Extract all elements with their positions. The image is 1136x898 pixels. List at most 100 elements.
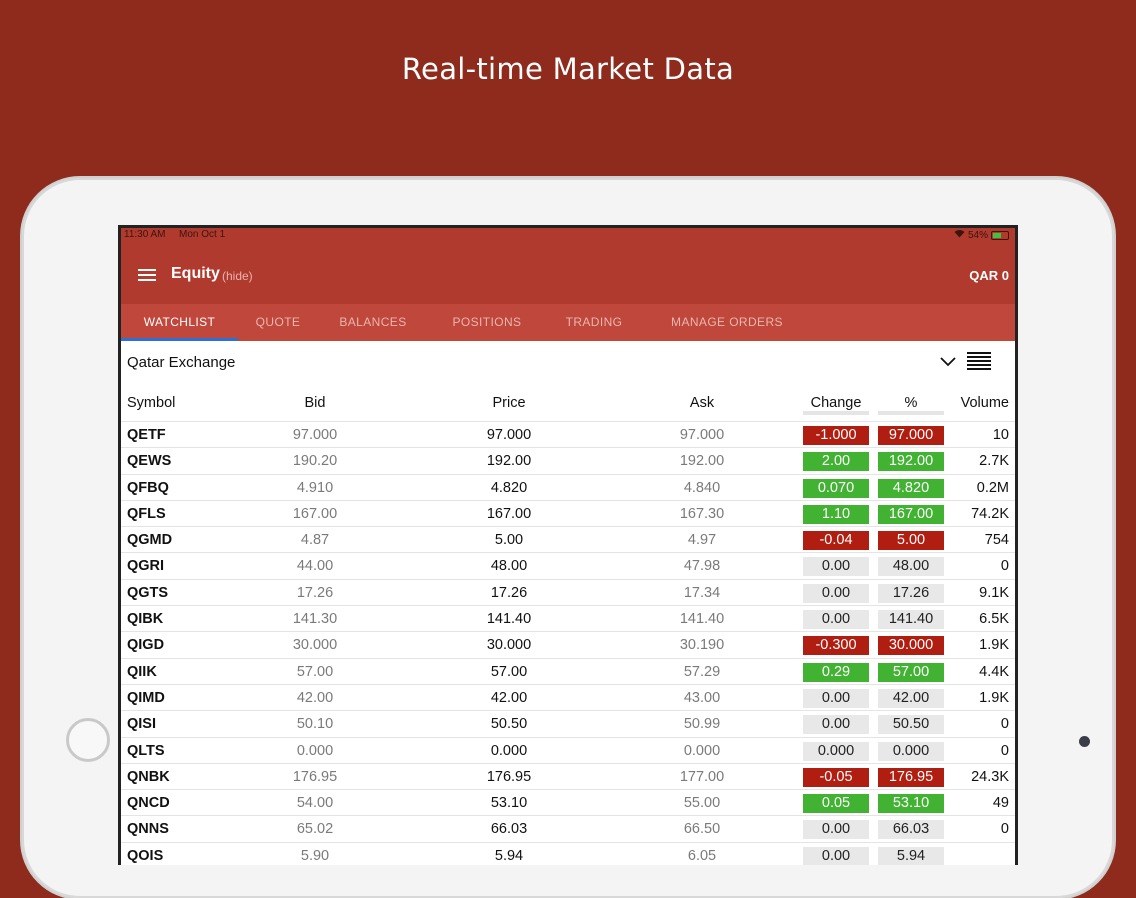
change-cell: 0.05 xyxy=(803,794,869,814)
battery-percent: 54% xyxy=(967,229,988,241)
currency-balance: QAR 0 xyxy=(969,268,1009,283)
tab-manage-orders[interactable]: MANAGE ORDERS xyxy=(656,304,798,341)
price-cell: 53.10 xyxy=(490,795,528,812)
price-cell: 5.00 xyxy=(494,532,524,549)
tab-quote[interactable]: QUOTE xyxy=(238,304,318,341)
price-cell: 167.00 xyxy=(486,505,532,522)
ask-cell: 141.40 xyxy=(679,611,725,628)
symbol-cell: QFBQ xyxy=(127,479,169,496)
volume-cell: 0 xyxy=(1000,821,1009,838)
col-header-bid[interactable]: Bid xyxy=(245,385,385,421)
percent-cell: 50.50 xyxy=(878,715,944,735)
change-cell: 0.00 xyxy=(803,557,869,577)
table-row[interactable]: QISI 50.10 50.50 50.99 0.00 50.50 0 xyxy=(121,710,1015,736)
header-title: Equity xyxy=(171,265,220,282)
bid-cell: 50.10 xyxy=(296,716,334,733)
change-cell: -0.04 xyxy=(803,531,869,551)
percent-header-underline xyxy=(878,411,944,415)
status-time: 11:30 AM xyxy=(124,229,166,240)
ask-cell: 167.30 xyxy=(679,505,725,522)
symbol-cell: QISI xyxy=(127,716,157,733)
symbol-cell: QIIK xyxy=(127,663,157,680)
tab-balances[interactable]: BALANCES xyxy=(318,304,428,341)
table-row[interactable]: QOIS 5.90 5.94 6.05 0.00 5.94 xyxy=(121,841,1015,865)
table-row[interactable]: QNNS 65.02 66.03 66.50 0.00 66.03 0 xyxy=(121,815,1015,841)
table-row[interactable]: QEWS 190.20 192.00 192.00 2.00 192.00 2.7K xyxy=(121,447,1015,473)
change-cell: 0.00 xyxy=(803,715,869,735)
list-view-icon[interactable] xyxy=(967,352,991,372)
symbol-cell: QLTS xyxy=(127,742,165,759)
exchange-label: Qatar Exchange xyxy=(127,354,236,371)
change-cell: 1.10 xyxy=(803,504,869,524)
table-row[interactable]: QNCD 54.00 53.10 55.00 0.05 53.10 49 xyxy=(121,789,1015,815)
hamburger-menu-icon[interactable] xyxy=(138,269,156,281)
chevron-down-icon[interactable] xyxy=(939,355,957,367)
symbol-cell: QFLS xyxy=(127,505,166,522)
table-row[interactable]: QIGD 30.000 30.000 30.190 -0.300 30.000 1.9K xyxy=(121,631,1015,657)
bid-cell: 30.000 xyxy=(292,637,338,654)
change-cell: -0.05 xyxy=(803,767,869,787)
symbol-cell: QIBK xyxy=(127,611,164,628)
ask-cell: 43.00 xyxy=(683,689,721,706)
table-row[interactable]: QLTS 0.000 0.000 0.000 0.000 0.000 0 xyxy=(121,736,1015,763)
col-header-percent[interactable]: % xyxy=(878,385,944,421)
percent-cell: 167.00 xyxy=(878,504,944,524)
hide-link[interactable]: (hide) xyxy=(222,269,253,283)
price-cell: 42.00 xyxy=(490,689,528,706)
col-header-ask[interactable]: Ask xyxy=(632,385,772,421)
bid-cell: 5.90 xyxy=(300,847,330,864)
col-header-change[interactable]: Change xyxy=(803,385,869,421)
bid-cell: 44.00 xyxy=(296,558,334,575)
volume-cell: 2.7K xyxy=(979,453,1009,470)
price-cell: 57.00 xyxy=(490,663,528,680)
ask-cell: 192.00 xyxy=(679,453,725,470)
status-indicators: 54% xyxy=(954,229,1009,241)
price-cell: 66.03 xyxy=(490,821,528,838)
table-row[interactable]: QGRI 44.00 48.00 47.98 0.00 48.00 0 xyxy=(121,552,1015,578)
status-date: Mon Oct 1 xyxy=(179,229,226,240)
ask-cell: 4.840 xyxy=(683,479,721,496)
volume-cell: 0 xyxy=(1000,716,1009,733)
camera-icon xyxy=(1079,736,1090,747)
bid-cell: 4.910 xyxy=(296,479,334,496)
ask-cell: 30.190 xyxy=(679,637,725,654)
volume-cell: 0 xyxy=(1000,742,1009,759)
ask-cell: 50.99 xyxy=(683,716,721,733)
symbol-cell: QNCD xyxy=(127,795,170,812)
volume-cell: 10 xyxy=(992,427,1009,443)
price-cell: 30.000 xyxy=(486,637,532,654)
table-row[interactable]: QFLS 167.00 167.00 167.30 1.10 167.00 74.2K xyxy=(121,499,1015,526)
change-cell: -0.300 xyxy=(803,636,869,656)
table-row[interactable]: QIMD 42.00 42.00 43.00 0.00 42.00 1.9K xyxy=(121,683,1015,710)
tab-watchlist[interactable]: WATCHLIST xyxy=(121,304,238,341)
price-cell: 97.000 xyxy=(486,427,532,443)
col-header-volume[interactable]: Volume xyxy=(961,385,1009,421)
volume-cell: 0.2M xyxy=(976,479,1009,496)
symbol-cell: QGRI xyxy=(127,558,165,575)
symbol-cell: QIGD xyxy=(127,637,165,654)
table-row[interactable]: QIBK 141.30 141.40 141.40 0.00 141.40 6.5K xyxy=(121,605,1015,631)
ask-cell: 66.50 xyxy=(683,821,721,838)
status-bar: 11:30 AM Mon Oct 1 54% xyxy=(121,228,1015,242)
col-header-price[interactable]: Price xyxy=(439,385,579,421)
bid-cell: 54.00 xyxy=(296,795,334,812)
table-row[interactable]: QFBQ 4.910 4.820 4.840 0.070 4.820 0.2M xyxy=(121,473,1015,500)
price-cell: 50.50 xyxy=(490,716,528,733)
exchange-selector[interactable]: Qatar Exchange xyxy=(121,341,1015,385)
table-row[interactable]: QGMD 4.87 5.00 4.97 -0.04 5.00 754 xyxy=(121,526,1015,552)
table-row[interactable]: QNBK 176.95 176.95 177.00 -0.05 176.95 24.3K xyxy=(121,762,1015,789)
table-row[interactable]: QGTS 17.26 17.26 17.34 0.00 17.26 9.1K xyxy=(121,578,1015,605)
table-row[interactable]: QIIK 57.00 57.00 57.29 0.29 57.00 4.4K xyxy=(121,657,1015,684)
volume-cell: 9.1K xyxy=(979,584,1009,601)
col-header-symbol[interactable]: Symbol xyxy=(127,385,175,421)
tab-trading[interactable]: TRADING xyxy=(546,304,642,341)
price-cell: 4.820 xyxy=(490,479,528,496)
volume-cell: 0 xyxy=(1000,558,1009,575)
table-row[interactable]: QETF 97.000 97.000 97.000 -1.000 97.000 10 xyxy=(121,421,1015,447)
ask-cell: 47.98 xyxy=(683,558,721,575)
symbol-cell: QETF xyxy=(127,427,166,443)
home-button[interactable] xyxy=(66,718,110,762)
symbol-cell: QEWS xyxy=(127,453,172,470)
tab-positions[interactable]: POSITIONS xyxy=(428,304,546,341)
price-cell: 48.00 xyxy=(490,558,528,575)
